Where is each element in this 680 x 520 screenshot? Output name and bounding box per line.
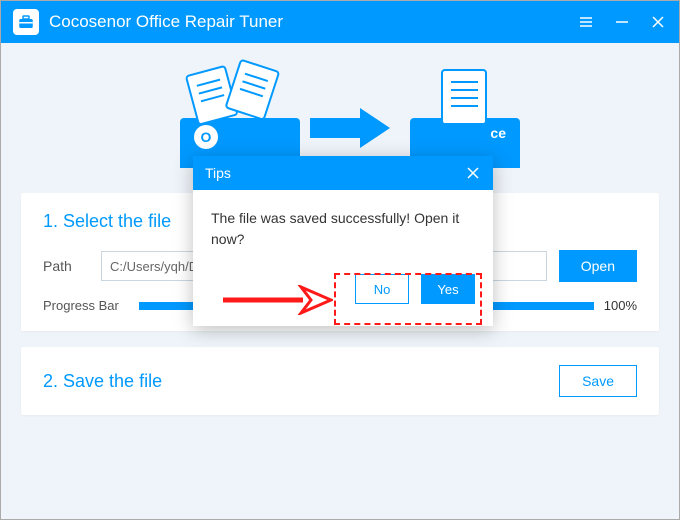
dialog-title: Tips [205,165,231,181]
titlebar: Cocosenor Office Repair Tuner [1,1,679,43]
close-icon [466,166,480,180]
app-icon [13,9,39,35]
close-button[interactable] [649,13,667,31]
app-title: Cocosenor Office Repair Tuner [49,12,577,32]
toolbox-icon [17,13,35,31]
minimize-button[interactable] [613,13,631,31]
yes-button[interactable]: Yes [421,274,475,304]
dialog-header: Tips [193,156,493,190]
open-button[interactable]: Open [559,250,637,282]
dialog-footer: No Yes [193,260,493,326]
no-button[interactable]: No [355,274,409,304]
minimize-icon [614,14,630,30]
fixed-doc-icon [440,68,490,128]
close-icon [650,14,666,30]
path-label: Path [43,258,89,274]
tips-dialog: Tips The file was saved successfully! Op… [193,156,493,326]
arrow-right-icon [310,108,390,148]
menu-button[interactable] [577,13,595,31]
folder-right-badge: ce [490,125,506,141]
dialog-message: The file was saved successfully! Open it… [193,190,493,260]
save-file-panel: 2. Save the file Save [21,347,659,415]
save-button[interactable]: Save [559,365,637,397]
menu-icon [578,14,594,30]
progress-value: 100% [604,298,637,313]
save-file-title: 2. Save the file [43,371,162,392]
dialog-close-button[interactable] [465,165,481,181]
window-controls [577,13,667,31]
progress-label: Progress Bar [43,298,129,313]
